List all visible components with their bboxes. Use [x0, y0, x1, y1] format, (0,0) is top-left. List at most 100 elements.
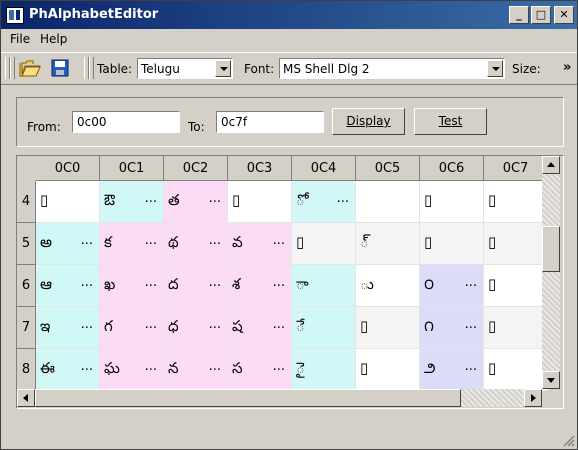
table-cell[interactable]: ఔ... [100, 181, 164, 223]
cell-ellipsis[interactable]: ... [209, 233, 221, 248]
table-cell[interactable]: ు [356, 265, 420, 307]
size-grip-icon[interactable] [561, 433, 575, 447]
row-header[interactable]: 6 [17, 265, 36, 307]
menu-help[interactable]: Help [40, 32, 67, 46]
row-header[interactable]: 8 [17, 349, 36, 391]
cell-ellipsis[interactable]: ... [81, 359, 93, 374]
table-cell[interactable]: ై [292, 349, 356, 391]
minimize-button[interactable]: _ [509, 6, 529, 24]
toolbar-grip[interactable] [10, 57, 15, 79]
cell-ellipsis[interactable]: ... [145, 191, 157, 206]
row-header[interactable]: 7 [17, 307, 36, 349]
table-select[interactable]: Telugu [137, 58, 233, 79]
table-cell[interactable]: ఖ... [100, 265, 164, 307]
table-cell[interactable]: ▯ [420, 223, 484, 265]
font-select[interactable]: MS Shell Dlg 2 [279, 58, 505, 79]
row-header[interactable]: 5 [17, 223, 36, 265]
display-button[interactable]: Display [332, 108, 405, 135]
column-header[interactable]: 0C7 [484, 156, 548, 181]
cell-ellipsis[interactable]: ... [145, 359, 157, 374]
cell-ellipsis[interactable]: ... [273, 275, 285, 290]
close-button[interactable]: ✕ [554, 6, 574, 24]
table-cell[interactable]: శ... [228, 265, 292, 307]
table-cell[interactable]: స... [228, 349, 292, 391]
table-cell[interactable]: ▯ [484, 181, 548, 223]
vertical-scrollbar[interactable] [542, 156, 560, 389]
cell-ellipsis[interactable]: ... [209, 191, 221, 206]
scroll-up-icon[interactable] [542, 156, 560, 174]
table-cell[interactable]: ౨... [420, 349, 484, 391]
vertical-scroll-thumb[interactable] [542, 226, 560, 272]
to-field[interactable]: 0c7f [216, 111, 324, 133]
title-bar[interactable]: PhAlphabetEditor _ □ ✕ [1, 1, 577, 29]
column-header[interactable]: 0C1 [100, 156, 164, 181]
cell-ellipsis[interactable]: ... [145, 275, 157, 290]
column-header[interactable]: 0C4 [292, 156, 356, 181]
table-cell[interactable]: ౧... [420, 307, 484, 349]
table-cell[interactable]: త... [164, 181, 228, 223]
table-cell[interactable]: ▯ [484, 223, 548, 265]
chevron-down-icon[interactable] [215, 60, 231, 77]
column-header[interactable]: 0C3 [228, 156, 292, 181]
table-cell[interactable]: ▯ [356, 307, 420, 349]
floppy-disk-icon[interactable] [51, 59, 69, 77]
cell-ellipsis[interactable]: ... [145, 317, 157, 332]
table-cell[interactable]: ఆ... [36, 265, 100, 307]
table-cell[interactable]: ▯ [484, 349, 548, 391]
table-cell[interactable]: ే [292, 307, 356, 349]
cell-ellipsis[interactable]: ... [273, 359, 285, 374]
table-cell[interactable]: ▯ [292, 223, 356, 265]
column-header[interactable]: 0C2 [164, 156, 228, 181]
cell-ellipsis[interactable]: ... [209, 275, 221, 290]
cell-ellipsis[interactable]: ... [81, 233, 93, 248]
table-cell[interactable]: ౦... [420, 265, 484, 307]
test-button[interactable]: Test [414, 108, 487, 135]
table-cell[interactable]: ▯ [420, 181, 484, 223]
toolbar-grip[interactable] [89, 57, 94, 79]
table-cell[interactable]: ద... [164, 265, 228, 307]
table-cell[interactable]: ా [292, 265, 356, 307]
cell-ellipsis[interactable]: ... [209, 317, 221, 332]
horizontal-scroll-thumb[interactable] [35, 389, 461, 407]
cell-ellipsis[interactable]: ... [465, 317, 477, 332]
cell-ellipsis[interactable]: ... [337, 191, 349, 206]
app-icon[interactable] [6, 7, 24, 24]
row-header[interactable]: 4 [17, 181, 36, 223]
table-cell[interactable]: ో... [292, 181, 356, 223]
cell-ellipsis[interactable]: ... [465, 275, 477, 290]
from-field[interactable]: 0c00 [72, 111, 180, 133]
table-cell[interactable] [356, 181, 420, 223]
table-cell[interactable]: ▯ [356, 349, 420, 391]
cell-ellipsis[interactable]: ... [465, 359, 477, 374]
table-cell[interactable]: ధ... [164, 307, 228, 349]
column-header[interactable]: 0C6 [420, 156, 484, 181]
table-cell[interactable]: న... [164, 349, 228, 391]
scroll-down-icon[interactable] [542, 371, 560, 389]
table-cell[interactable]: ▯ [484, 307, 548, 349]
chevron-down-icon[interactable] [487, 60, 503, 77]
table-cell[interactable]: గ... [100, 307, 164, 349]
cell-ellipsis[interactable]: ... [81, 317, 93, 332]
scroll-right-icon[interactable] [524, 389, 542, 407]
table-cell[interactable]: ష... [228, 307, 292, 349]
table-cell[interactable]: ఘ... [100, 349, 164, 391]
cell-ellipsis[interactable]: ... [273, 317, 285, 332]
table-cell[interactable]: ▯ [36, 181, 100, 223]
cell-ellipsis[interactable]: ... [81, 275, 93, 290]
column-header[interactable]: 0C5 [356, 156, 420, 181]
maximize-button[interactable]: □ [531, 6, 551, 24]
table-cell[interactable]: వ... [228, 223, 292, 265]
cell-ellipsis[interactable]: ... [273, 233, 285, 248]
table-cell[interactable]: క... [100, 223, 164, 265]
table-cell[interactable]: ఇ... [36, 307, 100, 349]
table-cell[interactable]: ఈ... [36, 349, 100, 391]
horizontal-scrollbar[interactable] [17, 389, 542, 407]
cell-ellipsis[interactable]: ... [145, 233, 157, 248]
menu-file[interactable]: File [10, 32, 30, 46]
cell-ellipsis[interactable]: ... [209, 359, 221, 374]
table-cell[interactable]: ్ [356, 223, 420, 265]
table-cell[interactable]: ▯ [228, 181, 292, 223]
table-cell[interactable]: ▯ [484, 265, 548, 307]
table-cell[interactable]: థ... [164, 223, 228, 265]
folder-open-icon[interactable] [19, 58, 41, 78]
